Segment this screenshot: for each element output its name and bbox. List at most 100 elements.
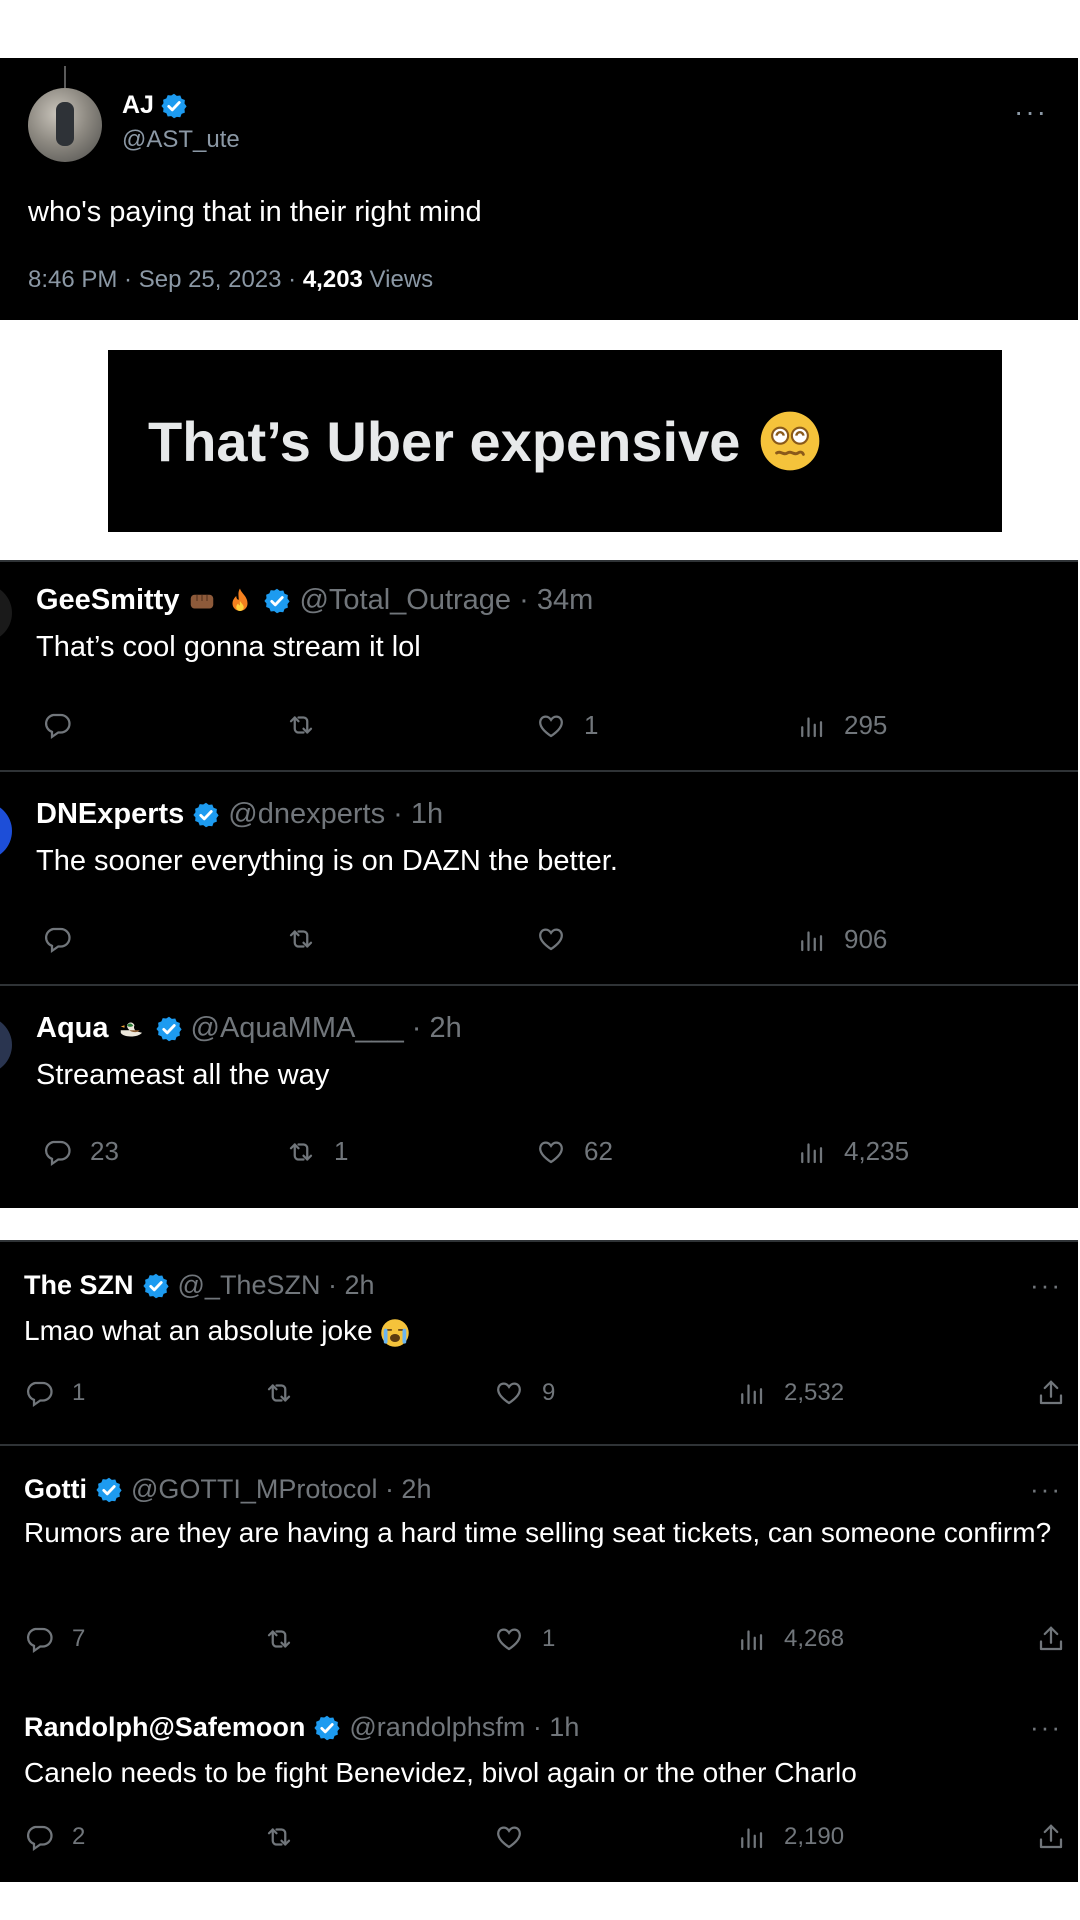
replies-screenshot-b: The SZN @_TheSZN · 2h ··· Lmao what an a… <box>0 1240 1078 1882</box>
tweet-timestamp[interactable]: 8:46 PM · Sep 25, 2023 · <box>28 266 303 293</box>
reply-icon <box>42 710 72 740</box>
retweet-icon <box>286 1137 316 1167</box>
author-name[interactable]: DNExperts <box>36 798 184 831</box>
share-button[interactable] <box>1036 1378 1066 1408</box>
more-options-icon[interactable]: ··· <box>1030 1712 1062 1743</box>
like-icon <box>494 1378 524 1408</box>
views-icon <box>796 711 826 741</box>
reply-count: 23 <box>90 1136 119 1166</box>
avatar[interactable] <box>0 802 12 860</box>
reply-button[interactable]: 2 <box>24 1822 85 1852</box>
more-options-icon[interactable]: ··· <box>1030 1474 1062 1505</box>
reply-header: GeeSmitty @Total_Outrage · 34m <box>36 584 593 617</box>
author-name[interactable]: Gotti <box>24 1474 87 1505</box>
retweet-icon <box>264 1624 294 1654</box>
views-icon <box>736 1378 766 1408</box>
retweet-count: 1 <box>334 1136 349 1166</box>
reply-icon <box>42 924 72 954</box>
verified-badge-icon <box>263 587 291 615</box>
reply-icon <box>42 1137 72 1167</box>
author-name[interactable]: The SZN <box>24 1270 134 1301</box>
replies-screenshot-a: GeeSmitty @Total_Outrage · 34m That’s co… <box>0 560 1078 1208</box>
author-handle[interactable]: @AquaMMA___ · 2h <box>191 1012 462 1045</box>
author-handle[interactable]: @GOTTI_MProtocol · 2h <box>131 1474 431 1505</box>
like-count: 9 <box>542 1379 556 1406</box>
share-button[interactable] <box>1036 1822 1066 1852</box>
reply-item[interactable]: GeeSmitty @Total_Outrage · 34m That’s co… <box>0 560 1078 772</box>
views-button[interactable]: 4,268 <box>736 1624 844 1654</box>
author-name-row[interactable]: AJ <box>122 91 188 120</box>
more-options-icon[interactable]: ··· <box>1030 1270 1062 1301</box>
views-button[interactable]: 2,532 <box>736 1378 844 1408</box>
author-name[interactable]: Aqua <box>36 1012 109 1045</box>
avatar[interactable] <box>0 584 12 642</box>
author-handle[interactable]: @AST_ute <box>122 126 240 154</box>
reply-item[interactable]: DNExperts @dnexperts · 1h The sooner eve… <box>0 772 1078 986</box>
reply-button[interactable] <box>42 924 90 954</box>
reply-item[interactable]: Aqua @AquaMMA___ · 2h Streameast all the… <box>0 986 1078 1208</box>
reply-button[interactable]: 7 <box>24 1624 85 1654</box>
like-button[interactable]: 1 <box>536 710 598 741</box>
views-button[interactable]: 4,235 <box>796 1136 909 1167</box>
views-count: 4,203 <box>302 266 363 293</box>
like-button[interactable]: 9 <box>494 1378 555 1408</box>
avatar[interactable] <box>28 88 102 162</box>
share-icon <box>1036 1822 1066 1852</box>
like-count: 1 <box>584 710 599 740</box>
retweet-button[interactable] <box>286 924 334 954</box>
views-button[interactable]: 2,190 <box>736 1822 844 1852</box>
share-icon <box>1036 1378 1066 1408</box>
duck-emoji-icon <box>117 1014 147 1044</box>
reply-icon <box>24 1624 54 1654</box>
verified-badge-icon <box>192 801 220 829</box>
retweet-icon <box>264 1822 294 1852</box>
retweet-button[interactable]: 1 <box>286 1136 348 1167</box>
like-icon <box>494 1624 524 1654</box>
like-button[interactable]: 62 <box>536 1136 613 1167</box>
reply-item[interactable]: Randolph@Safemoon @randolphsfm · 1h ··· … <box>0 1682 1078 1882</box>
retweet-button[interactable] <box>264 1378 312 1408</box>
more-options-icon[interactable]: ··· <box>1014 96 1048 128</box>
author-handle[interactable]: @_TheSZN · 2h <box>178 1270 375 1301</box>
like-button[interactable] <box>494 1822 542 1852</box>
avatar[interactable] <box>0 1016 12 1074</box>
views-count: 906 <box>844 924 888 954</box>
action-bar: 2 2,190 <box>0 1822 1078 1856</box>
retweet-icon <box>264 1378 294 1408</box>
reply-item[interactable]: The SZN @_TheSZN · 2h ··· Lmao what an a… <box>0 1240 1078 1446</box>
author-handle[interactable]: @randolphsfm · 1h <box>349 1712 579 1743</box>
reply-item[interactable]: Gotti @GOTTI_MProtocol · 2h ··· Rumors a… <box>0 1446 1078 1682</box>
like-button[interactable]: 1 <box>494 1624 555 1654</box>
retweet-icon <box>286 710 316 740</box>
crying-face-icon <box>380 1318 410 1348</box>
reply-text: The sooner everything is on DAZN the bet… <box>36 845 618 877</box>
views-label: Views <box>362 266 434 293</box>
reply-button[interactable]: 1 <box>24 1378 85 1408</box>
like-button[interactable] <box>536 924 584 954</box>
retweet-button[interactable] <box>264 1822 312 1852</box>
author-handle[interactable]: @dnexperts · 1h <box>228 798 443 831</box>
like-count: 62 <box>584 1136 613 1166</box>
reply-header: Aqua @AquaMMA___ · 2h <box>36 1012 462 1045</box>
author-name[interactable]: AJ <box>122 91 154 120</box>
author-handle[interactable]: @Total_Outrage · 34m <box>299 584 593 617</box>
views-count: 4,268 <box>784 1625 845 1652</box>
retweet-button[interactable] <box>286 710 334 740</box>
action-bar: 1 295 <box>0 710 1078 744</box>
views-button[interactable]: 295 <box>796 710 887 741</box>
retweet-button[interactable] <box>264 1624 312 1654</box>
reply-count: 2 <box>72 1823 86 1850</box>
views-count: 4,235 <box>844 1136 910 1166</box>
author-name[interactable]: GeeSmitty <box>36 584 179 617</box>
reply-button[interactable] <box>42 710 90 740</box>
author-name[interactable]: Randolph@Safemoon <box>24 1712 305 1743</box>
reply-text-content: Lmao what an absolute joke <box>24 1315 373 1346</box>
views-button[interactable]: 906 <box>796 924 887 955</box>
main-tweet-card: AJ @AST_ute ··· who's paying that in the… <box>0 58 1078 320</box>
fist-emoji-icon <box>187 586 217 616</box>
share-button[interactable] <box>1036 1624 1066 1654</box>
reply-button[interactable]: 23 <box>42 1136 119 1167</box>
reply-count: 1 <box>72 1379 86 1406</box>
action-bar: 23 1 62 4,235 <box>0 1136 1078 1170</box>
caption-banner: That’s Uber expensive <box>108 350 1002 532</box>
